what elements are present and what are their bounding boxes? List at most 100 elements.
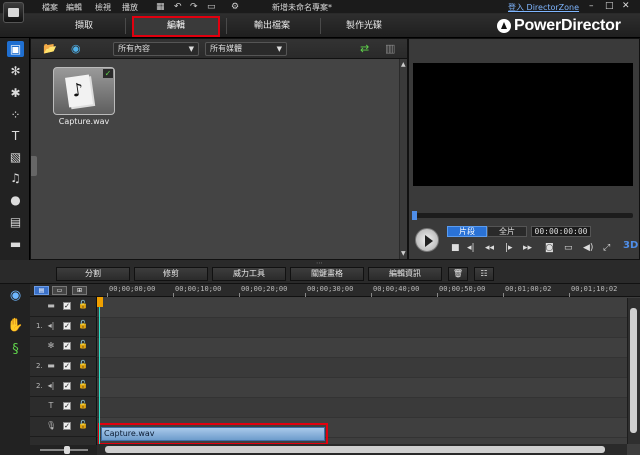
- save-icon[interactable]: ▦: [156, 2, 165, 12]
- preview-quality-icon[interactable]: ▭: [564, 243, 573, 253]
- clip-mode-toggle[interactable]: 片段: [447, 226, 487, 237]
- split-button[interactable]: 分割: [56, 267, 130, 281]
- media-room-icon[interactable]: ▣: [7, 41, 24, 57]
- track-enable-checkbox[interactable]: ✓: [63, 382, 71, 390]
- library-collapse-handle[interactable]: [31, 156, 37, 176]
- power-tools-button[interactable]: 威力工具: [212, 267, 286, 281]
- track-lock-icon[interactable]: 🔓: [78, 380, 88, 389]
- menu-edit[interactable]: 編輯: [66, 2, 82, 13]
- hand-tool-icon[interactable]: ✋: [7, 318, 24, 334]
- track-lane-title[interactable]: [97, 398, 627, 418]
- track-lane-audio[interactable]: [97, 378, 627, 398]
- vertical-scroll-thumb[interactable]: [630, 308, 637, 433]
- track-header-effect[interactable]: ✻ ✓ 🔓: [30, 337, 97, 357]
- stop-icon[interactable]: ■: [451, 243, 460, 253]
- track-enable-checkbox[interactable]: ✓: [63, 402, 71, 410]
- track-header-audio[interactable]: 2. ◂| ✓ 🔓: [30, 377, 97, 397]
- previous-frame-icon[interactable]: ◂|: [467, 243, 475, 253]
- media-thumbnail[interactable]: ♪ ✓: [53, 67, 115, 115]
- minimize-button[interactable]: –: [589, 1, 594, 11]
- timeline-vertical-scrollbar[interactable]: [627, 298, 640, 444]
- movie-mode-toggle[interactable]: 全片: [487, 226, 527, 237]
- menu-file[interactable]: 檔案: [42, 2, 58, 13]
- track-lock-icon[interactable]: 🔓: [78, 360, 88, 369]
- track-enable-checkbox[interactable]: ✓: [63, 362, 71, 370]
- media-filter-dropdown[interactable]: 所有媒體 ▼: [205, 42, 287, 56]
- add-to-timeline-icon[interactable]: ⇄: [360, 42, 369, 55]
- menu-play[interactable]: 播放: [122, 2, 138, 13]
- magic-movie-wizard-icon[interactable]: §: [7, 342, 24, 358]
- edit-info-button[interactable]: 編輯資訊: [368, 267, 442, 281]
- seek-handle[interactable]: [412, 211, 417, 220]
- library-scrollbar[interactable]: ▲ ▼: [399, 59, 407, 259]
- settings-gear-icon[interactable]: ⚙: [231, 2, 239, 12]
- track-lane-effect[interactable]: [97, 338, 627, 358]
- track-lock-icon[interactable]: 🔓: [78, 320, 88, 329]
- content-filter-dropdown[interactable]: 所有內容 ▼: [113, 42, 199, 56]
- volume-icon[interactable]: ◀): [583, 243, 593, 253]
- delete-trash-icon[interactable]: 🗑: [448, 267, 468, 281]
- next-frame-icon[interactable]: |▸: [505, 243, 513, 253]
- chapter-room-icon[interactable]: ▤: [7, 214, 24, 230]
- snapshot-camera-icon[interactable]: ◙: [545, 243, 554, 253]
- track-lane-audio[interactable]: [97, 318, 627, 338]
- import-folder-icon[interactable]: 📂: [43, 42, 57, 55]
- timecode-display[interactable]: 00:00:00:00: [531, 226, 591, 237]
- track-header-video[interactable]: 2. ▬ ✓ 🔓: [30, 357, 97, 377]
- audio-clip[interactable]: Capture.wav: [101, 427, 325, 441]
- keyframe-button[interactable]: 關鍵畫格: [290, 267, 364, 281]
- mode-tab-capture[interactable]: 擷取: [62, 18, 106, 34]
- mode-tab-produce[interactable]: 輸出檔案: [244, 18, 300, 34]
- pip-room-icon[interactable]: ✱: [7, 85, 24, 101]
- mode-tab-create-disc[interactable]: 製作光碟: [336, 18, 392, 34]
- horizontal-scroll-thumb[interactable]: [105, 446, 605, 453]
- transition-room-icon[interactable]: ▧: [7, 149, 24, 165]
- scroll-down-icon[interactable]: ▼: [401, 250, 406, 257]
- timeline-zoom-slider[interactable]: [30, 445, 97, 455]
- play-button[interactable]: [415, 228, 439, 252]
- track-lane-video[interactable]: [97, 358, 627, 378]
- trim-button[interactable]: 修剪: [134, 267, 208, 281]
- track-lane-video[interactable]: [97, 298, 627, 318]
- subtitle-room-icon[interactable]: ▬: [7, 236, 24, 252]
- download-media-icon[interactable]: ◉: [71, 42, 81, 55]
- track-enable-checkbox[interactable]: ✓: [63, 342, 71, 350]
- directorzone-login-link[interactable]: 登入 DirectorZone: [508, 2, 579, 13]
- track-enable-checkbox[interactable]: ✓: [63, 422, 71, 430]
- 3d-mode-button[interactable]: 3D: [623, 240, 638, 251]
- track-header-video[interactable]: ▬ ✓ 🔓: [30, 297, 97, 317]
- menu-view[interactable]: 檢視: [95, 2, 111, 13]
- timeline-horizontal-scrollbar[interactable]: [97, 444, 627, 455]
- track-manager-icon[interactable]: ⊞: [72, 286, 87, 295]
- timeline-view-icon[interactable]: ▭: [52, 286, 67, 295]
- track-lock-icon[interactable]: 🔓: [78, 420, 88, 429]
- storyboard-view-icon[interactable]: ▤: [34, 286, 49, 295]
- more-options-icon[interactable]: ☷: [474, 267, 494, 281]
- effect-room-icon[interactable]: ✻: [7, 63, 24, 79]
- track-header-voice[interactable]: 🎙 ✓ 🔓: [30, 417, 97, 437]
- playhead-handle[interactable]: [97, 297, 103, 307]
- close-button[interactable]: ✕: [622, 1, 630, 11]
- fast-forward-icon[interactable]: ▸▸: [523, 243, 532, 253]
- mode-tab-edit[interactable]: 編輯: [132, 16, 220, 37]
- magic-tools-icon[interactable]: ◉: [7, 288, 24, 304]
- title-room-icon[interactable]: T: [7, 128, 24, 144]
- undo-icon[interactable]: ↶: [174, 2, 182, 12]
- track-enable-checkbox[interactable]: ✓: [63, 302, 71, 310]
- track-enable-checkbox[interactable]: ✓: [63, 322, 71, 330]
- particle-room-icon[interactable]: ⁘: [7, 107, 24, 123]
- zoom-handle[interactable]: [64, 446, 70, 454]
- library-menu-icon[interactable]: ▥: [385, 42, 395, 55]
- track-lock-icon[interactable]: 🔓: [78, 300, 88, 309]
- audio-mixing-room-icon[interactable]: ♫: [7, 170, 24, 186]
- scroll-up-icon[interactable]: ▲: [401, 61, 406, 68]
- redo-icon[interactable]: ↷: [190, 2, 198, 12]
- track-lock-icon[interactable]: 🔓: [78, 340, 88, 349]
- track-header-audio[interactable]: 1. ◂| ✓ 🔓: [30, 317, 97, 337]
- maximize-button[interactable]: □: [605, 1, 614, 11]
- preview-seek-bar[interactable]: [413, 213, 633, 218]
- track-lock-icon[interactable]: 🔓: [78, 400, 88, 409]
- playhead[interactable]: [97, 297, 103, 455]
- rewind-icon[interactable]: ◂◂: [485, 243, 494, 253]
- timeline-ruler[interactable]: 00;00;00;00 00;00;10;00 00;00;20;00 00;00;3…: [97, 284, 640, 297]
